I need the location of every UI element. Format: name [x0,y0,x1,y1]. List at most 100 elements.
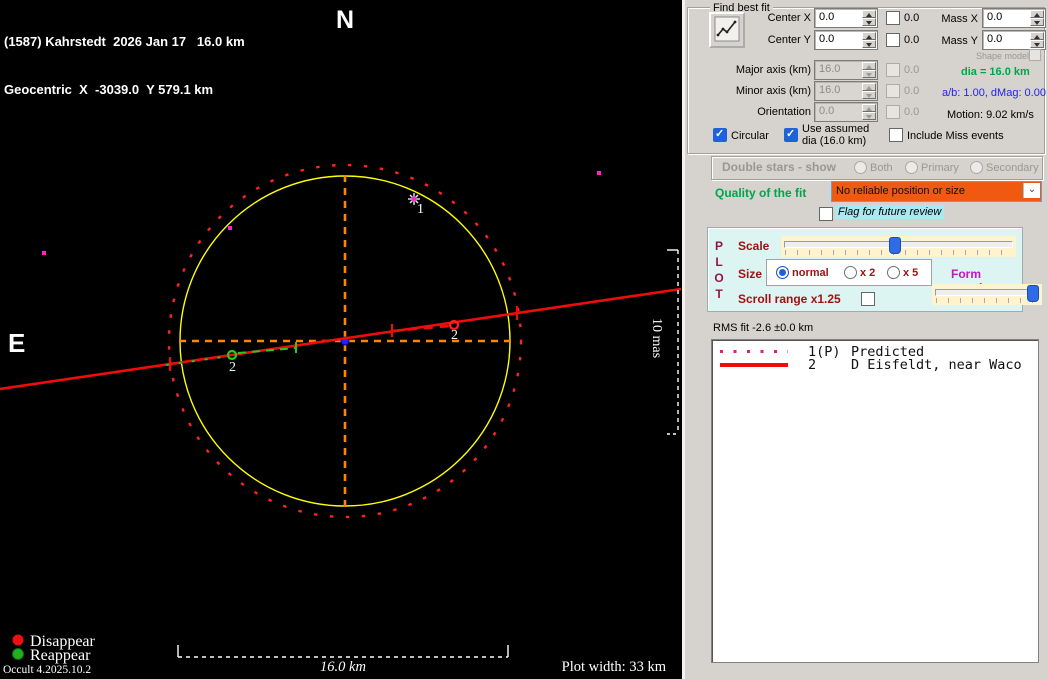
minor-axis-up-arrow [862,83,876,91]
fit-control-panel: Find best fit Center X 0.0 0.0 Mass X 0.… [685,0,1048,679]
center-x-spinner[interactable]: 0.0 [814,8,878,28]
center-y-sigma: 0.0 [904,34,920,46]
chord2-disappear-label: 2 [451,328,458,343]
circular-label: Circular [731,130,769,142]
center-y-up-arrow[interactable] [862,32,876,40]
reappear-dot-icon [12,648,24,660]
include-miss-events-label: Include Miss events [907,130,1004,142]
orientation-spinner: 0.0 [814,102,878,122]
chord-id: 2 [808,357,817,373]
star1-label: 1 [417,202,424,217]
minor-axis-lock-checkbox [886,84,900,98]
occultation-plot-area[interactable]: 1 2 2 10 mas 16.0 km Plot width: 33 km D… [0,0,683,679]
center-y-lock-checkbox[interactable] [886,33,900,47]
circular-checkbox[interactable] [713,128,727,142]
chord-desc: D Eisfeldt, near Waco [851,357,1022,373]
minor-axis-sigma: 0.0 [904,85,920,97]
orientation-value: 0.0 [819,105,835,117]
major-axis-label: Major axis (km) [735,64,811,76]
chord-list-row-observed[interactable]: 2 D Eisfeldt, near Waco [712,357,1038,373]
km-scale-bar [177,645,509,658]
chord2-reappear-label: 2 [229,360,236,375]
mass-y-up-arrow[interactable] [1030,32,1044,40]
form-opacity-slider[interactable] [932,284,1042,305]
center-y-value[interactable]: 0.0 [819,33,834,45]
shape-model-checkbox [1029,49,1041,61]
use-assumed-dia-checkbox[interactable] [784,128,798,142]
flag-future-review-label: Flag for future review [835,205,945,219]
size-x5-radio[interactable] [887,266,900,279]
field-star-marker [42,251,46,255]
plot-controls-box: PLOT Scale Size normal x 2 x 5 Form opac… [707,227,1042,312]
observed-solid-line-icon [720,363,788,367]
center-x-up-arrow[interactable] [862,10,876,18]
quality-of-fit-label: Quality of the fit [715,186,807,200]
shape-model-label: Shape model [976,51,1030,61]
center-x-value[interactable]: 0.0 [819,11,834,23]
size-label: Size [738,267,763,281]
mass-x-value[interactable]: 0.0 [987,11,1002,23]
rms-fit-readout: RMS fit -2.6 ±0.0 km [713,322,814,334]
center-y-down-arrow[interactable] [862,40,876,48]
size-radio-group: normal x 2 x 5 [766,259,932,286]
center-x-down-arrow[interactable] [862,18,876,26]
km-scale-label: 16.0 km [320,659,366,675]
chord-listbox[interactable]: 1(P) Predicted 2 D Eisfeldt, near Waco [711,339,1039,663]
mass-y-down-arrow[interactable] [1030,40,1044,48]
use-assumed-dia-label: Use assumed dia (16.0 km) [802,123,870,147]
orientation-label: Orientation [757,106,811,118]
plot-title: (1587) Kahrstedt 2026 Jan 17 16.0 km Geo… [4,2,245,130]
size-normal-radio[interactable] [776,266,789,279]
east-direction-label: E [8,328,26,358]
reappear-legend-label: Reappear [30,647,91,664]
combo-dropdown-arrow-icon[interactable]: ⌄ [1023,183,1040,198]
scale-slider-thumb[interactable] [889,237,901,254]
mass-x-up-arrow[interactable] [1030,10,1044,18]
mas-scale-label: 10 mas [649,318,664,358]
center-y-label: Center Y [767,34,811,46]
scroll-range-checkbox[interactable] [861,292,875,306]
occult-fit-window: 1 2 2 10 mas 16.0 km Plot width: 33 km D… [0,0,1048,679]
size-x2-label: x 2 [860,267,876,279]
orientation-down-arrow [862,112,876,120]
double-stars-secondary-label: Secondary [986,162,1039,174]
orientation-up-arrow [862,104,876,112]
mass-y-label: Mass Y [941,35,978,47]
axis-ratio-readout: a/b: 1.00, dMag: 0.00 [942,87,1046,99]
scroll-range-label: Scroll range x1.25 [738,292,841,306]
plot-controls-title: PLOT [712,239,726,303]
orientation-sigma: 0.0 [904,106,920,118]
major-axis-spinner: 16.0 [814,60,878,80]
quality-of-fit-combobox[interactable]: No reliable position or size ⌄ [831,181,1042,202]
double-stars-both-radio [854,161,867,174]
scale-slider[interactable] [781,236,1016,257]
minor-axis-down-arrow [862,91,876,99]
size-x2-radio[interactable] [844,266,857,279]
mass-x-spinner[interactable]: 0.0 [982,8,1046,28]
minor-axis-label: Minor axis (km) [735,85,811,97]
plot-title-line1: (1587) Kahrstedt 2026 Jan 17 16.0 km [4,34,245,49]
double-stars-title: Double stars - show [722,160,837,174]
form-opacity-slider-track[interactable] [935,289,1039,296]
field-star-marker [597,171,601,175]
mas-scale-bar [667,249,679,435]
center-x-sigma: 0.0 [904,12,920,24]
motion-readout: Motion: 9.02 km/s [947,109,1034,121]
mass-x-down-arrow[interactable] [1030,18,1044,26]
mass-y-spinner[interactable]: 0.0 [982,30,1046,50]
form-opacity-slider-ticks [936,298,1038,303]
double-stars-primary-label: Primary [921,162,959,174]
major-axis-sigma: 0.0 [904,64,920,76]
app-version-label: Occult 4.2025.10.2 [3,664,92,676]
north-direction-label: N [336,6,355,34]
flag-future-review-checkbox[interactable] [819,207,833,221]
center-x-lock-checkbox[interactable] [886,11,900,25]
mass-y-value[interactable]: 0.0 [987,33,1002,45]
center-y-spinner[interactable]: 0.0 [814,30,878,50]
form-opacity-slider-thumb[interactable] [1027,285,1039,302]
double-stars-group: Double stars - show Both Primary Seconda… [711,156,1043,180]
chord2-observed-track[interactable] [0,287,682,391]
scale-label: Scale [738,239,770,253]
minor-axis-value: 16.0 [819,84,841,96]
include-miss-events-checkbox[interactable] [889,128,903,142]
